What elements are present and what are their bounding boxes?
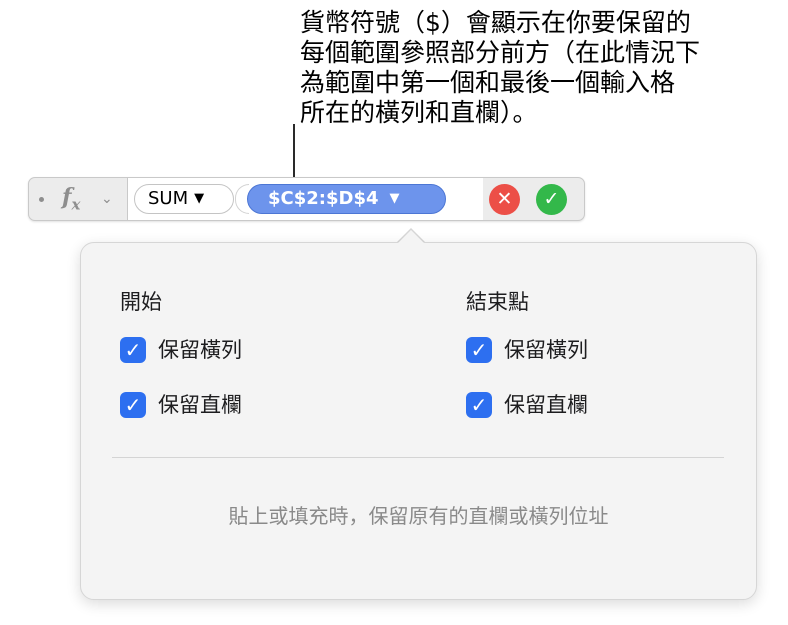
range-reference-token[interactable]: $C$2:$D$4 ▼	[247, 184, 446, 214]
start-preserve-column-checkbox[interactable]: ✓	[120, 392, 146, 418]
checkmark-icon: ✓	[543, 188, 560, 210]
callout-line: 所在的橫列和直欄）。	[300, 98, 538, 127]
fx-icon[interactable]: fx	[62, 184, 80, 213]
popover-arrow	[397, 230, 425, 244]
caret-down-icon: ▼	[194, 191, 205, 206]
popover-divider	[112, 457, 724, 458]
checkmark-icon: ✓	[470, 393, 488, 417]
caret-down-icon[interactable]: ▼	[390, 191, 400, 206]
end-preserve-row-label: 保留橫列	[504, 338, 588, 362]
cancel-button[interactable]: ✕	[489, 184, 520, 215]
function-token-sum[interactable]: SUM ▼	[134, 184, 234, 214]
start-preserve-row-label: 保留橫列	[158, 338, 242, 362]
reference-options-popover	[80, 242, 757, 600]
end-section-title: 結束點	[466, 290, 529, 314]
callout-line: 貨幣符號（$）會顯示在你要保留的	[300, 8, 691, 37]
callout-line: 每個範圍參照部分前方（在此情況下	[300, 38, 701, 67]
checkmark-icon: ✓	[124, 338, 142, 362]
end-preserve-column-label: 保留直欄	[504, 393, 588, 417]
chevron-down-icon[interactable]: ⌄	[101, 191, 113, 207]
start-preserve-column-label: 保留直欄	[158, 393, 242, 417]
x-icon: ✕	[496, 188, 513, 210]
accept-button[interactable]: ✓	[536, 184, 567, 215]
formula-bar: fx ⌄ SUM ▼ $C$2:$D$4 ▼ ✕ ✓	[28, 177, 585, 221]
callout-line: 為範圍中第一個和最後一個輸入格	[300, 68, 676, 97]
range-reference-label: $C$2:$D$4	[268, 188, 379, 209]
end-preserve-row-checkbox[interactable]: ✓	[466, 337, 492, 363]
start-preserve-row-checkbox[interactable]: ✓	[120, 337, 146, 363]
preserve-on-paste-option[interactable]: 貼上或填充時，保留原有的直欄或橫列位址	[80, 500, 757, 529]
callout-leader-line	[293, 124, 295, 180]
callout-text: 貨幣符號（$）會顯示在你要保留的 每個範圍參照部分前方（在此情況下 為範圍中第一…	[300, 8, 770, 128]
drag-handle-icon[interactable]	[39, 197, 44, 202]
checkmark-icon: ✓	[470, 338, 488, 362]
start-section-title: 開始	[120, 290, 162, 314]
function-token-label: SUM	[148, 188, 189, 209]
checkmark-icon: ✓	[124, 393, 142, 417]
end-preserve-column-checkbox[interactable]: ✓	[466, 392, 492, 418]
